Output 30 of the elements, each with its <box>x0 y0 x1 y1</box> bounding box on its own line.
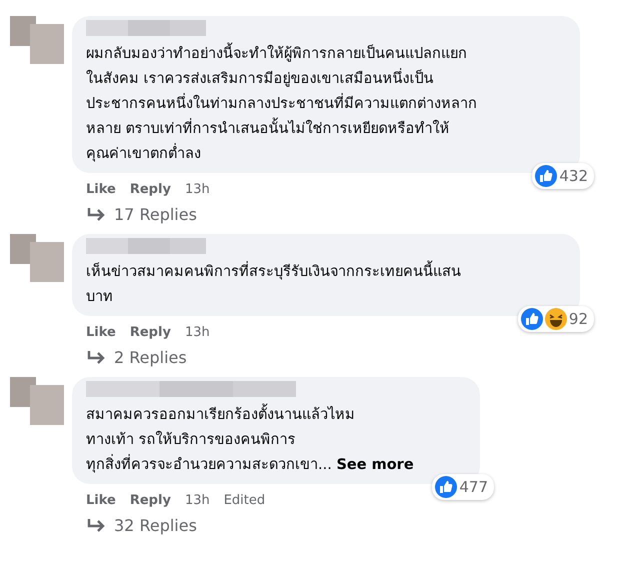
thumbs-up-icon <box>435 476 458 498</box>
reply-arrow-icon <box>86 518 106 534</box>
avatar[interactable] <box>10 234 64 282</box>
thumbs-up-icon <box>535 165 558 187</box>
reaction-count: 432 <box>559 167 588 185</box>
view-replies-link[interactable]: 2 Replies <box>72 344 580 377</box>
reply-link[interactable]: Reply <box>130 324 171 340</box>
like-link[interactable]: Like <box>86 182 116 196</box>
reaction-badge[interactable]: 92 <box>518 306 594 332</box>
reaction-badge[interactable]: 432 <box>532 163 594 189</box>
reply-link[interactable]: Reply <box>130 492 171 508</box>
avatar[interactable] <box>10 377 64 425</box>
reply-arrow-icon <box>86 350 106 366</box>
view-replies-link[interactable]: 17 Replies <box>72 201 580 234</box>
like-link[interactable]: Like <box>86 492 116 508</box>
see-more-link[interactable]: See more <box>336 457 414 473</box>
laughing-emoji-icon <box>544 308 567 330</box>
reply-link[interactable]: Reply <box>130 182 171 196</box>
reaction-badge[interactable]: 477 <box>432 474 494 500</box>
timestamp[interactable]: 13h <box>184 492 210 508</box>
timestamp[interactable]: 13h <box>184 182 210 196</box>
reply-arrow-icon <box>86 206 106 222</box>
reaction-count: 477 <box>459 478 488 496</box>
timestamp[interactable]: 13h <box>184 324 210 340</box>
thumbs-up-icon <box>520 308 543 330</box>
edited-label: Edited <box>224 492 266 508</box>
reaction-count: 92 <box>568 310 588 328</box>
view-replies-link[interactable]: 32 Replies <box>72 512 480 545</box>
avatar[interactable] <box>10 16 64 64</box>
like-link[interactable]: Like <box>86 324 116 340</box>
